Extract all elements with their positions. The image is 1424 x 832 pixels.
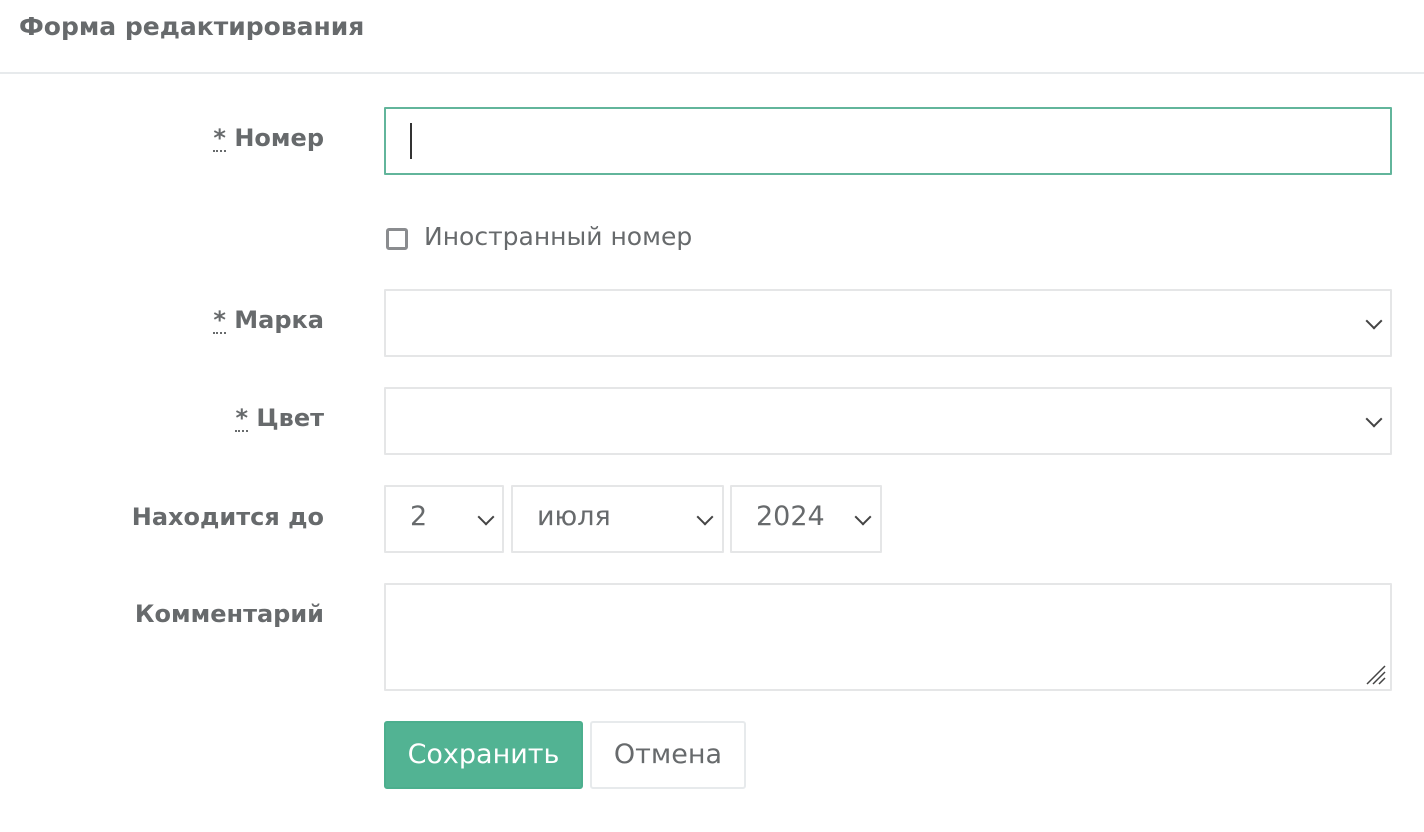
day-select[interactable]: 2 — [384, 485, 504, 553]
month-select[interactable]: июля — [511, 485, 724, 553]
brand-select[interactable] — [384, 289, 1392, 357]
required-mark: * — [213, 124, 226, 152]
chevron-down-icon — [1365, 312, 1383, 330]
page-title: Форма редактирования — [19, 12, 365, 41]
year-select[interactable]: 2024 — [730, 485, 882, 553]
text-cursor — [410, 123, 412, 159]
foreign-number-label[interactable]: Иностранный номер — [424, 222, 692, 251]
chevron-down-icon — [696, 508, 714, 526]
comment-textarea[interactable] — [384, 583, 1392, 691]
day-select-value: 2 — [410, 501, 428, 532]
year-select-value: 2024 — [756, 501, 825, 532]
chevron-down-icon — [1365, 410, 1383, 428]
required-mark: * — [235, 404, 248, 432]
page-header: Форма редактирования — [0, 0, 1424, 74]
number-label-text: Номер — [234, 124, 324, 152]
save-button[interactable]: Сохранить — [384, 721, 583, 789]
number-label: * Номер — [213, 124, 324, 152]
color-label-text: Цвет — [256, 404, 324, 432]
required-mark: * — [213, 306, 226, 334]
number-input[interactable] — [384, 107, 1392, 175]
comment-label: Комментарий — [134, 600, 324, 628]
color-select[interactable] — [384, 387, 1392, 455]
brand-label: * Марка — [213, 306, 324, 334]
valid-until-label: Находится до — [131, 503, 324, 531]
cancel-button[interactable]: Отмена — [590, 721, 746, 789]
chevron-down-icon — [854, 508, 872, 526]
month-select-value: июля — [537, 501, 611, 532]
foreign-number-checkbox[interactable] — [386, 228, 408, 250]
resize-grip-icon[interactable] — [1363, 662, 1387, 686]
chevron-down-icon — [477, 508, 495, 526]
brand-label-text: Марка — [234, 306, 324, 334]
color-label: * Цвет — [235, 404, 324, 432]
